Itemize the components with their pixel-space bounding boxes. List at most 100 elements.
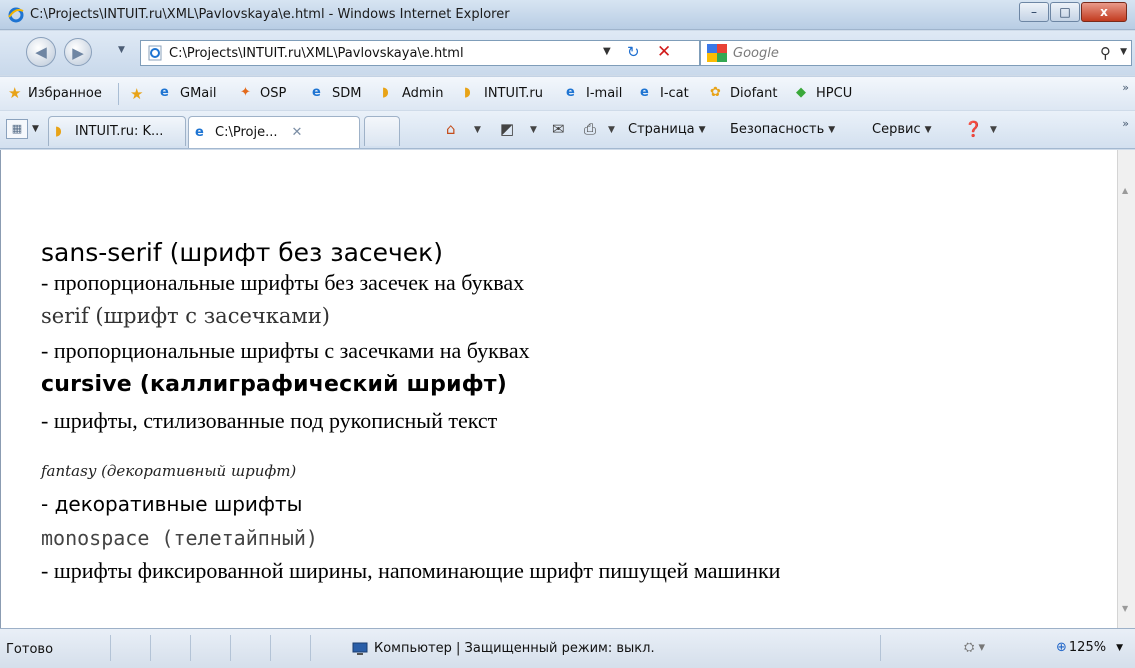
favorite-intuit[interactable]: ◗ INTUIT.ru xyxy=(464,85,543,101)
ie-page-icon: e xyxy=(566,85,575,100)
favorite-label: I-cat xyxy=(660,85,689,101)
chevron-down-icon: ▼ xyxy=(924,124,932,135)
cursive-heading: cursive (каллиграфический шрифт) xyxy=(41,372,507,397)
mail-icon[interactable]: ✉ xyxy=(552,120,565,138)
protected-mode-icon[interactable]: ⛭ ▾ xyxy=(964,640,985,655)
google-icon xyxy=(707,44,727,62)
favorite-gmail[interactable]: e GMail xyxy=(160,85,216,101)
search-dropdown-icon[interactable]: ▼ xyxy=(1120,47,1127,57)
tools-menu[interactable]: Сервис ▼ xyxy=(872,122,932,137)
feeds-dropdown-icon[interactable]: ▼ xyxy=(530,125,537,135)
address-dropdown-icon[interactable]: ▼ xyxy=(603,46,611,57)
ie-page-icon: e xyxy=(160,85,169,100)
help-dropdown-icon[interactable]: ▼ xyxy=(990,125,997,135)
more-commands-chevron-icon[interactable]: » xyxy=(1122,117,1129,130)
search-input[interactable]: Google xyxy=(733,46,779,61)
tab-intuit[interactable]: ◗ INTUIT.ru: K... xyxy=(48,116,186,146)
sunflower-icon: ✿ xyxy=(710,85,721,100)
stop-icon[interactable]: ✕ xyxy=(657,42,671,62)
page-menu[interactable]: Страница ▼ xyxy=(628,122,706,137)
favorite-diofant[interactable]: ✿ Diofant xyxy=(710,85,777,101)
new-tab-button[interactable] xyxy=(364,116,400,146)
home-dropdown-icon[interactable]: ▼ xyxy=(474,125,481,135)
zoom-dropdown-icon: ▼ xyxy=(1116,642,1123,653)
vertical-scrollbar[interactable]: ▲ ▼ xyxy=(1117,150,1135,628)
status-separator xyxy=(110,635,111,661)
ie-logo-icon xyxy=(8,7,24,23)
security-zone-label: Компьютер | Защищенный режим: выкл. xyxy=(374,641,655,656)
address-box[interactable]: C:\Projects\INTUIT.ru\XML\Pavlovskaya\e.… xyxy=(140,40,700,66)
favorite-imail[interactable]: e I-mail xyxy=(566,85,622,101)
star-icon: ★ xyxy=(8,84,22,102)
back-button[interactable]: ◀ xyxy=(26,37,56,67)
status-separator xyxy=(150,635,151,661)
add-favorite-icon[interactable]: ★ xyxy=(130,85,143,103)
favorites-label: Избранное xyxy=(28,85,102,101)
refresh-icon[interactable]: ↻ xyxy=(627,43,640,61)
favorite-label: INTUIT.ru xyxy=(484,85,543,101)
favorites-button[interactable]: ★ Избранное xyxy=(8,85,102,101)
favorite-label: HPCU xyxy=(816,85,853,101)
maximize-button[interactable]: □ xyxy=(1050,2,1080,22)
search-icon[interactable]: ⚲ xyxy=(1100,44,1111,62)
status-separator xyxy=(230,635,231,661)
zoom-level: 125% xyxy=(1068,640,1107,655)
help-icon[interactable]: ❓ xyxy=(964,120,983,138)
status-separator xyxy=(270,635,271,661)
address-input[interactable]: C:\Projects\INTUIT.ru\XML\Pavlovskaya\e.… xyxy=(169,46,464,61)
fantasy-heading: fantasy (декоративный шрифт) xyxy=(41,462,297,480)
sans-serif-description: - пропорциональные шрифты без засечек на… xyxy=(41,270,525,295)
safety-menu-label: Безопасность xyxy=(730,122,825,137)
status-text: Готово xyxy=(6,642,54,657)
favorite-label: Admin xyxy=(402,85,444,101)
tab-command-bar: ▦ ▼ ◗ INTUIT.ru: K... e C:\Proje... ✕ ⌂ … xyxy=(0,111,1135,149)
security-zone[interactable]: Компьютер | Защищенный режим: выкл. xyxy=(352,641,655,656)
status-separator xyxy=(190,635,191,661)
tools-menu-label: Сервис xyxy=(872,122,921,137)
chevron-down-icon: ▼ xyxy=(828,124,836,135)
home-icon[interactable]: ⌂ xyxy=(446,120,456,138)
scroll-down-icon[interactable]: ▼ xyxy=(1122,604,1128,613)
window-controls: – □ x xyxy=(1018,2,1127,24)
serif-description: - пропорциональные шрифты с засечками на… xyxy=(41,338,530,363)
ie-page-icon: e xyxy=(312,85,321,100)
favorite-label: Diofant xyxy=(730,85,778,101)
close-button[interactable]: x xyxy=(1081,2,1127,22)
tab-label: INTUIT.ru: K... xyxy=(75,124,164,139)
favorite-hpcu[interactable]: ◆ HPCU xyxy=(796,85,852,101)
favorite-label: I-mail xyxy=(586,85,623,101)
favorite-icat[interactable]: e I-cat xyxy=(640,85,689,101)
history-dropdown-icon[interactable]: ▼ xyxy=(118,45,125,55)
safety-menu[interactable]: Безопасность ▼ xyxy=(730,122,835,137)
forward-button[interactable]: ▶ xyxy=(64,38,92,66)
minimize-button[interactable]: – xyxy=(1019,2,1049,22)
hpcu-icon: ◆ xyxy=(796,85,806,100)
navigation-bar: ◀ ▶ ▼ C:\Projects\INTUIT.ru\XML\Pavlovsk… xyxy=(0,31,1135,75)
serif-heading: serif (шрифт с засечками) xyxy=(41,304,330,328)
quick-tabs-icon[interactable]: ▦ xyxy=(6,119,28,139)
tab-list-dropdown-icon[interactable]: ▼ xyxy=(32,124,39,134)
favorite-admin[interactable]: ◗ Admin xyxy=(382,85,443,101)
monospace-heading: monospace (телетайпный) xyxy=(41,526,318,550)
more-favorites-chevron-icon[interactable]: » xyxy=(1122,81,1129,94)
zoom-icon: ⊕ xyxy=(1056,640,1067,655)
scroll-up-icon[interactable]: ▲ xyxy=(1122,186,1128,195)
fantasy-description: - декоративные шрифты xyxy=(41,492,303,516)
favorite-label: GMail xyxy=(180,85,217,101)
favorites-bar: ★ Избранное ★ e GMail ✦ OSP e SDM ◗ Admi… xyxy=(0,76,1135,110)
search-box[interactable]: Google ⚲ ▼ xyxy=(700,40,1132,66)
feeds-icon[interactable]: ◩ xyxy=(500,120,514,138)
feed-icon: ◗ xyxy=(464,85,471,100)
tab-label: C:\Proje... xyxy=(215,125,278,140)
ie-page-icon: e xyxy=(640,85,649,100)
print-dropdown-icon[interactable]: ▼ xyxy=(608,125,615,135)
window-title: C:\Projects\INTUIT.ru\XML\Pavlovskaya\e.… xyxy=(30,7,510,22)
tab-close-icon[interactable]: ✕ xyxy=(291,125,302,140)
title-bar: C:\Projects\INTUIT.ru\XML\Pavlovskaya\e.… xyxy=(0,0,1135,30)
status-bar: Готово Компьютер | Защищенный режим: вык… xyxy=(0,628,1135,668)
favorite-sdm[interactable]: e SDM xyxy=(312,85,361,101)
zoom-control[interactable]: ⊕ 125% ▼ xyxy=(1056,640,1123,655)
tab-current[interactable]: e C:\Proje... ✕ xyxy=(188,116,360,148)
favorite-osp[interactable]: ✦ OSP xyxy=(240,85,286,101)
print-icon[interactable]: ⎙ xyxy=(584,120,596,138)
